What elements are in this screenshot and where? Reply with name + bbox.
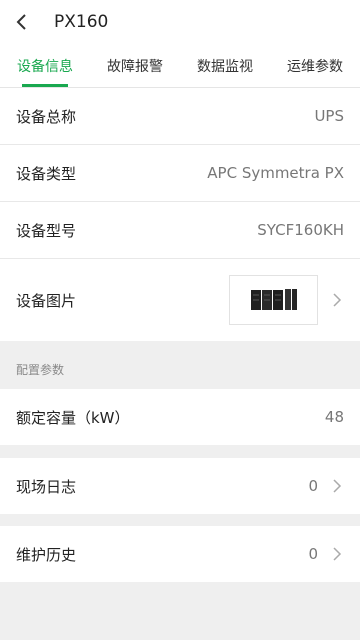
ups-cabinet-image [250,289,297,310]
device-type-value: APC Symmetra PX [207,164,344,182]
site-log-label: 现场日志 [16,477,77,496]
tab-label: 运维参数 [287,58,343,75]
rated-capacity-value: 48 [324,408,344,426]
site-log-row[interactable]: 现场日志 0 [0,458,360,514]
device-model-value: SYCF160KH [257,221,344,239]
device-name-value: UPS [314,107,344,125]
chevron-right-icon [333,479,342,493]
config-section-label: 配置参数 [16,363,65,377]
device-model-label: 设备型号 [16,221,77,240]
active-tab-indicator [22,84,68,87]
device-model-row: 设备型号 SYCF160KH [0,202,360,259]
chevron-right-icon [333,547,342,561]
maintenance-section: 维护历史 0 [0,526,360,582]
tab-label: 数据监视 [197,58,253,75]
site-log-section: 现场日志 0 [0,458,360,514]
maintenance-history-label: 维护历史 [16,545,77,564]
rated-capacity-row: 额定容量（kW） 48 [0,389,360,445]
maintenance-history-count: 0 [308,545,318,563]
config-section: 额定容量（kW） 48 [0,389,360,445]
tab-label: 故障报警 [107,58,163,75]
tab-label: 设备信息 [17,58,73,75]
tab-fault-alarm[interactable]: 故障报警 [90,44,180,87]
maintenance-history-row[interactable]: 维护历史 0 [0,526,360,582]
tab-data-monitor[interactable]: 数据监视 [180,44,270,87]
page-title: PX160 [54,12,109,32]
device-image-row[interactable]: 设备图片 [0,259,360,341]
app-header: PX160 [0,0,360,44]
device-type-label: 设备类型 [16,164,77,183]
back-button[interactable] [0,0,44,44]
device-name-label: 设备总称 [16,107,77,126]
device-info-section: 设备总称 UPS 设备类型 APC Symmetra PX 设备型号 SYCF1… [0,88,360,341]
tab-bar: 设备信息 故障报警 数据监视 运维参数 [0,44,360,88]
device-type-row: 设备类型 APC Symmetra PX [0,145,360,202]
back-arrow-icon [16,14,26,30]
device-name-row: 设备总称 UPS [0,88,360,145]
chevron-right-icon [333,293,342,307]
site-log-count: 0 [308,477,318,495]
device-thumbnail[interactable] [229,275,318,325]
rated-capacity-label: 额定容量（kW） [16,408,130,427]
tab-device-info[interactable]: 设备信息 [0,44,90,87]
tab-maintenance-params[interactable]: 运维参数 [270,44,360,87]
device-image-label: 设备图片 [16,291,77,310]
